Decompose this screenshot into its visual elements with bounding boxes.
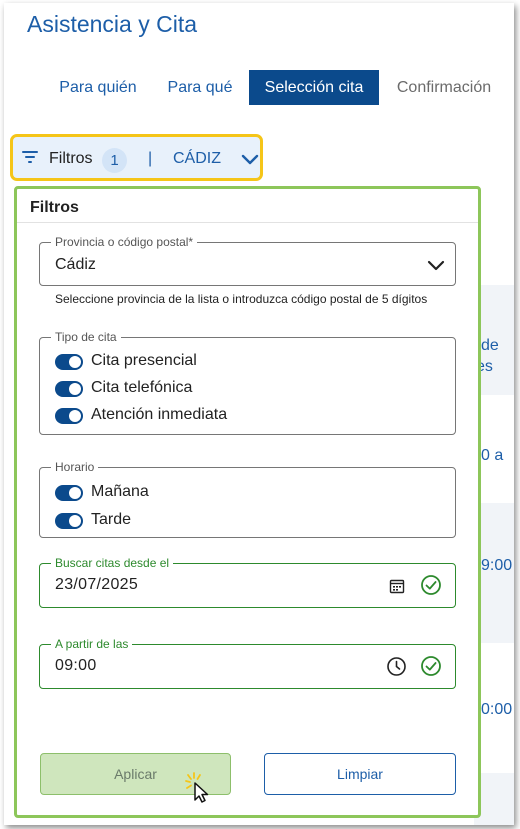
check-circle-icon xyxy=(421,575,441,595)
date-label: Buscar citas desde el xyxy=(51,556,174,570)
toggle-label: Cita telefónica xyxy=(91,379,193,396)
filter-icon xyxy=(22,151,38,165)
toggle-label: Mañana xyxy=(91,483,149,500)
toggle-switch[interactable] xyxy=(55,381,83,397)
province-value: Cádiz xyxy=(55,256,96,273)
filters-panel: Filtros Provincia o código postal* Cádiz… xyxy=(14,186,481,818)
background-text: 0:00 xyxy=(481,701,513,718)
toggle-switch[interactable] xyxy=(55,513,83,529)
filters-toggle-button[interactable]: Filtros 1 | CÁDIZ xyxy=(10,134,263,181)
toggle-label: Cita presencial xyxy=(91,352,197,369)
province-hint: Seleccione provincia de la lista o intro… xyxy=(55,292,428,306)
background-text: de xyxy=(481,337,499,354)
divider xyxy=(17,222,478,223)
step-para-que[interactable]: Para qué xyxy=(158,70,242,105)
app-window: Asistencia y Cita Para quién Para qué Se… xyxy=(4,3,514,825)
appointment-type-group: Tipo de cita Cita presencial Cita telefó… xyxy=(39,330,456,435)
page-title: Asistencia y Cita xyxy=(27,11,198,37)
time-label: A partir de las xyxy=(51,637,133,651)
province-label: Provincia o código postal* xyxy=(51,235,198,249)
step-confirmacion[interactable]: Confirmación xyxy=(389,70,499,105)
background-text: 9:00 xyxy=(481,557,513,574)
chevron-down-icon xyxy=(427,260,445,271)
appointment-type-label: Tipo de cita xyxy=(51,330,121,344)
mouse-cursor-icon xyxy=(185,772,209,803)
chevron-down-icon xyxy=(241,154,259,165)
toggle-switch[interactable] xyxy=(55,354,83,370)
filters-province-value: CÁDIZ xyxy=(173,150,221,167)
time-input[interactable]: A partir de las 09:00 xyxy=(39,637,456,689)
time-value: 09:00 xyxy=(55,657,97,674)
province-select[interactable]: Provincia o código postal* Cádiz xyxy=(39,235,456,286)
toggle-label: Tarde xyxy=(91,511,132,528)
toggle-label: Atención inmediata xyxy=(91,406,228,423)
step-para-quien[interactable]: Para quién xyxy=(48,70,148,105)
clear-button[interactable]: Limpiar xyxy=(264,753,456,795)
toggle-switch[interactable] xyxy=(55,408,83,424)
date-input[interactable]: Buscar citas desde el 23/07/2025 xyxy=(39,556,456,608)
clock-icon[interactable] xyxy=(386,656,407,677)
filters-separator: | xyxy=(148,150,153,167)
schedule-label: Horario xyxy=(51,460,99,474)
schedule-group: Horario Mañana Tarde xyxy=(39,460,456,538)
background-text: 0 a xyxy=(481,447,504,464)
check-circle-icon xyxy=(421,656,441,676)
toggle-switch[interactable] xyxy=(55,485,83,501)
calendar-icon[interactable] xyxy=(389,578,405,594)
date-value: 23/07/2025 xyxy=(55,576,139,593)
filters-count-badge: 1 xyxy=(102,148,127,173)
panel-title: Filtros xyxy=(30,199,79,216)
filters-label: Filtros xyxy=(49,150,93,167)
step-seleccion-cita[interactable]: Selección cita xyxy=(249,70,379,105)
